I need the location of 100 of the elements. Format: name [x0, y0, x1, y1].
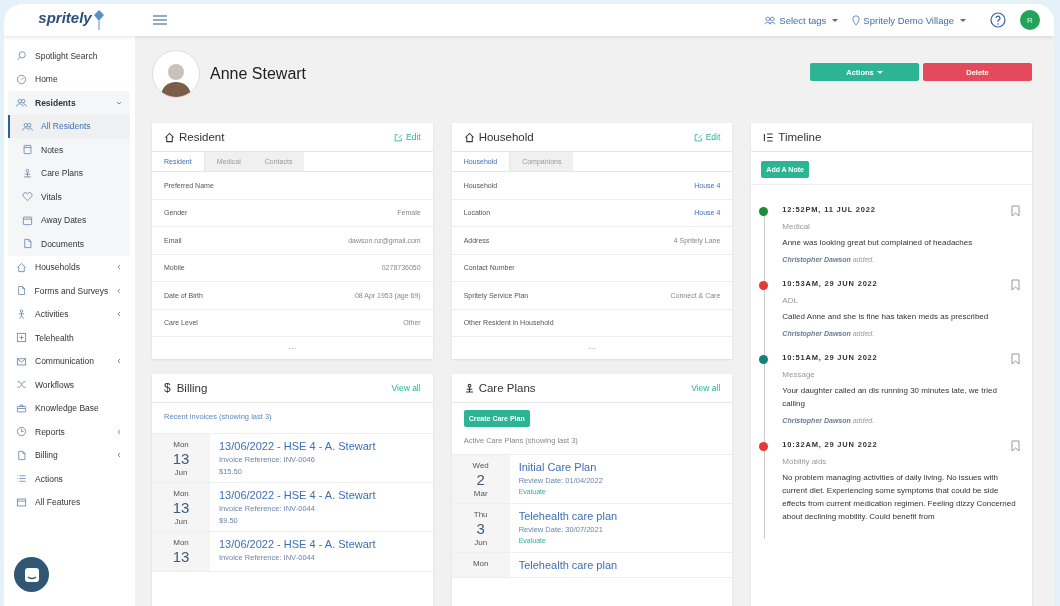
entry-text: Your daughter called an dis running 30 minutes late, we tried calling [782, 385, 998, 410]
clock-icon [16, 426, 27, 438]
sidebar-item[interactable]: Activities [8, 302, 130, 326]
figure-icon [22, 167, 33, 179]
list-icon [763, 131, 775, 143]
chat-icon [22, 565, 41, 584]
sidebar-item[interactable]: All Features [8, 490, 130, 514]
chevron-icon [116, 358, 122, 365]
dollar-icon: $ [164, 381, 171, 395]
care-plan-link[interactable]: Initial Care Plan [518, 461, 603, 473]
sidebar-item[interactable]: Home [8, 67, 130, 91]
card-title: Household [478, 131, 534, 143]
entry-category: ADL [782, 296, 799, 305]
people-icon [764, 15, 777, 25]
care-plan-link[interactable]: Telehealth care plan [518, 510, 618, 522]
chat-launcher-button[interactable] [14, 557, 49, 592]
date-month: Jun [174, 468, 188, 477]
calendar-icon [22, 214, 33, 226]
search-icon [16, 50, 27, 62]
date-day: 13 [172, 547, 190, 566]
window-icon [16, 496, 27, 508]
sidebar-item[interactable]: Reports [8, 420, 130, 444]
date-weekday: Thu [473, 510, 488, 519]
card-title: Care Plans [478, 382, 536, 394]
home-icon [164, 131, 175, 143]
sidebar-item[interactable]: Spotlight Search [8, 44, 130, 68]
date-day: 2 [476, 470, 485, 489]
document-icon [16, 449, 27, 461]
date-month: Jun [474, 538, 488, 547]
sidebar-item[interactable]: Communication [8, 349, 130, 373]
sidebar-item[interactable]: Telehealth [8, 326, 130, 350]
sidebar-item[interactable]: Knowledge Base [8, 396, 130, 420]
bookmark-icon[interactable] [1011, 440, 1020, 452]
date-day: 3 [476, 519, 485, 538]
date-month: Jun [174, 517, 188, 526]
date-day: 13 [172, 449, 190, 468]
entry-text: Called Anne and she is fine has taken meds as prescribed [782, 311, 990, 323]
home-icon [463, 131, 475, 143]
home-icon [16, 261, 27, 273]
chevron-icon [116, 264, 122, 271]
care-plan-link[interactable]: Telehealth care plan [518, 559, 618, 571]
people-icon [22, 120, 33, 132]
card-title: Billing [176, 382, 208, 394]
bookmark-icon[interactable] [1011, 205, 1020, 217]
more-button[interactable]: ··· [588, 343, 596, 353]
invoice-link[interactable]: 13/06/2022 - HSE 4 - A. Stewart [219, 440, 376, 452]
entry-category: Message [782, 370, 816, 379]
heart-icon [22, 191, 33, 203]
sidebar-subitem[interactable]: Away Dates [8, 208, 130, 232]
select-tags-dropdown[interactable]: Select tags [764, 14, 839, 26]
sidebar-item[interactable]: Forms and Surveys [8, 279, 130, 303]
document-icon [22, 238, 33, 250]
chevron-icon [116, 99, 122, 106]
date-day: 13 [172, 498, 190, 517]
sidebar-item[interactable]: Billing [8, 443, 130, 467]
edit-icon [394, 132, 403, 142]
entry-text: Anne was looking great but complained of headaches [782, 237, 974, 249]
resident-name: Anne Stewart [210, 65, 307, 83]
bookmark-icon[interactable] [1011, 279, 1020, 291]
date-weekday: Wed [472, 461, 489, 470]
sidebar-item[interactable]: Actions [8, 467, 130, 491]
invoice-link[interactable]: 13/06/2022 - HSE 4 - A. Stewart [219, 538, 376, 550]
sidebar-item[interactable]: Households [8, 255, 130, 279]
entry-category: Medical [782, 222, 811, 231]
date-weekday: Mon [472, 559, 489, 568]
chevron-icon [116, 287, 122, 294]
sidebar-subitem[interactable]: Notes [8, 138, 130, 162]
card-title: Timeline [778, 131, 822, 143]
sidebar-subitem[interactable]: Care Plans [8, 161, 130, 185]
sidebar-item[interactable]: Residents [8, 91, 130, 115]
person-icon [16, 308, 27, 320]
menu-icon[interactable] [153, 15, 167, 25]
logo-text: spritely [38, 9, 92, 26]
user-avatar[interactable]: R [1020, 10, 1040, 30]
gauge-icon [16, 73, 27, 85]
date-weekday: Mon [173, 489, 189, 498]
location-dropdown[interactable]: Spritely Demo Village [852, 14, 966, 26]
document-icon [16, 285, 27, 297]
edit-icon [693, 132, 703, 142]
card-title: Resident [179, 131, 225, 143]
sidebar-item[interactable]: Workflows [8, 373, 130, 397]
envelope-icon [16, 355, 27, 367]
invoice-link[interactable]: 13/06/2022 - HSE 4 - A. Stewart [219, 489, 376, 501]
shuffle-icon [16, 379, 27, 391]
date-month: Mar [473, 489, 488, 498]
location-pin-icon [852, 14, 861, 26]
sidebar-subitem[interactable]: Vitals [8, 185, 130, 209]
sidebar-subitem[interactable]: Documents [8, 232, 130, 256]
people-icon [16, 97, 27, 109]
list-icon [16, 473, 27, 485]
plus-icon [16, 332, 27, 344]
chevron-icon [116, 311, 122, 318]
note-icon [22, 144, 33, 156]
sidebar-subitem[interactable]: All Residents [8, 114, 130, 138]
chevron-icon [116, 428, 122, 435]
chevron-icon [116, 452, 122, 459]
bookmark-icon[interactable] [1011, 353, 1020, 365]
more-button[interactable]: ··· [288, 343, 297, 353]
help-icon[interactable] [990, 12, 1006, 28]
date-weekday: Mon [173, 538, 189, 547]
